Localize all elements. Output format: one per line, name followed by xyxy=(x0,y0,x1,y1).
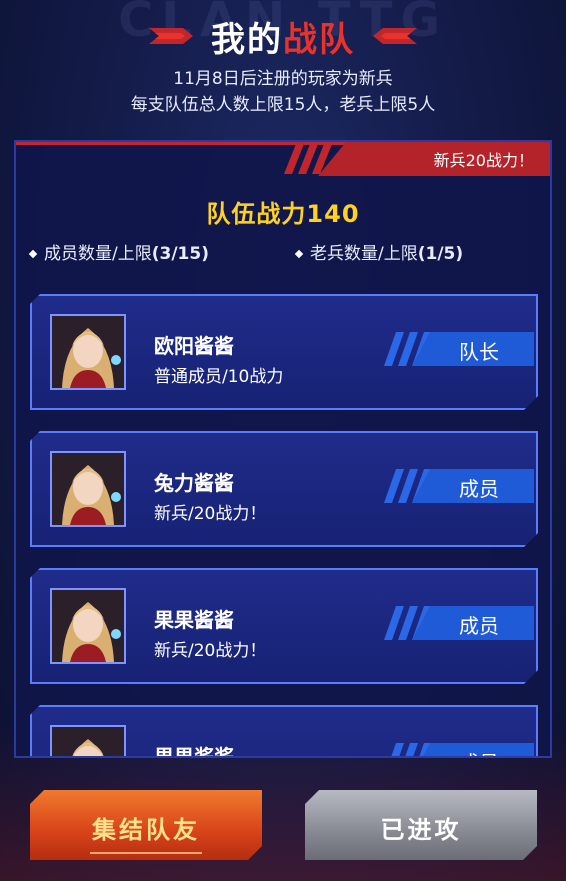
team-panel: 新兵20战力！ 队伍战力140 成员数量/上限(3/15) 老兵数量/上限(1/… xyxy=(14,140,552,758)
role-label: 成员 xyxy=(459,477,499,501)
member-name: 兔力酱酱 xyxy=(154,471,234,495)
member-card[interactable]: 欧阳酱酱 普通成员/10战力 队长 xyxy=(30,294,538,410)
member-desc: 新兵/20战力！ xyxy=(154,504,267,524)
gather-button-label: 集结队友 xyxy=(92,817,200,844)
avatar-portrait-icon xyxy=(52,453,124,525)
page-title: 我的战队 xyxy=(211,12,355,61)
team-power: 队伍战力140 xyxy=(206,200,360,228)
veteran-count-label: 老兵数量/上限 xyxy=(310,244,418,264)
role-label: 队长 xyxy=(459,340,499,364)
avatar xyxy=(50,314,126,390)
role-badge: 队长 xyxy=(384,332,534,366)
member-card[interactable]: 果果酱酱 新兵/20战力！ 成员 xyxy=(30,568,538,684)
diamond-icon xyxy=(28,249,38,259)
role-label: 成员 xyxy=(459,614,499,638)
member-name: 果果酱酱 xyxy=(154,745,234,758)
member-name: 果果酱酱 xyxy=(154,608,234,632)
role-badge: 成员 xyxy=(384,743,534,756)
role-badge: 成员 xyxy=(384,469,534,503)
member-desc: 新兵/20战力！ xyxy=(154,641,267,661)
subtitle-rule-2: 每支队伍总人数上限15人，老兵上限5人 xyxy=(130,95,436,115)
avatar-portrait-icon xyxy=(52,590,124,662)
right-wing-icon xyxy=(373,28,417,44)
member-count: 成员数量/上限(3/15) xyxy=(28,239,209,264)
avatar xyxy=(50,588,126,664)
veteran-count-value: (1/5) xyxy=(417,244,464,264)
member-count-label: 成员数量/上限 xyxy=(44,244,152,264)
title-red: 战队 xyxy=(283,19,355,60)
left-wing-icon xyxy=(149,28,193,44)
avatar-portrait-icon xyxy=(52,316,124,388)
avatar xyxy=(50,451,126,527)
attacked-button[interactable]: 已进攻 xyxy=(305,790,537,860)
member-card[interactable]: 兔力酱酱 新兵/20战力！ 成员 xyxy=(30,431,538,547)
banner-text: 新兵20战力！ xyxy=(433,151,534,170)
button-underline xyxy=(90,852,202,854)
member-name: 欧阳酱酱 xyxy=(154,334,234,358)
diamond-icon xyxy=(294,249,304,259)
role-label: 成员 xyxy=(424,747,534,756)
newbie-banner: 新兵20战力！ xyxy=(318,142,550,176)
avatar xyxy=(50,725,126,756)
attacked-button-label: 已进攻 xyxy=(380,817,462,844)
title-white: 我的 xyxy=(211,19,283,60)
member-desc: 普通成员/10战力 xyxy=(154,367,284,387)
role-badge: 成员 xyxy=(384,606,534,640)
subtitle-rule-1: 11月8日后注册的玩家为新兵 xyxy=(173,69,393,89)
member-card[interactable]: 果果酱酱 成员 xyxy=(30,705,538,758)
member-count-value: (3/15) xyxy=(151,244,209,264)
page-header: 我的战队 xyxy=(0,12,566,60)
avatar-portrait-icon xyxy=(52,727,124,756)
gather-teammates-button[interactable]: 集结队友 xyxy=(30,790,262,860)
veteran-count: 老兵数量/上限(1/5) xyxy=(294,239,464,264)
